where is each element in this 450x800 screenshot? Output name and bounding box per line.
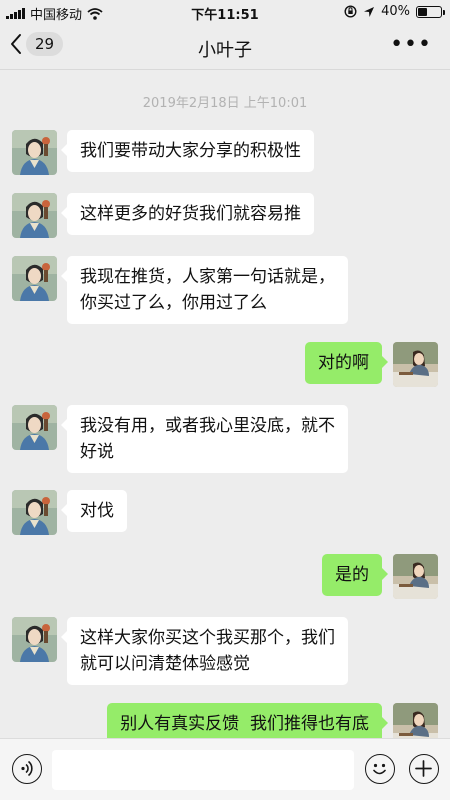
message-text: 对的啊 <box>318 353 369 373</box>
avatar[interactable] <box>12 405 57 450</box>
avatar[interactable] <box>12 130 57 175</box>
battery-icon <box>416 5 445 18</box>
plus-button[interactable] <box>409 754 439 784</box>
message-bubble[interactable]: 我没有用，或者我心里没底，就不 好说 <box>61 405 348 473</box>
message-text: 别人有真实反馈 我们推得也有底 <box>120 714 369 734</box>
voice-button[interactable] <box>12 754 42 784</box>
avatar[interactable] <box>393 703 438 738</box>
message-text-line: 你买过了么，你用过了么 <box>80 293 267 313</box>
orientation-lock-icon <box>344 5 357 18</box>
message-text-line: 这样大家你买这个我买那个，我们 <box>80 628 335 648</box>
battery-percent: 40% <box>381 4 410 19</box>
message-text-line: 就可以问清楚体验感觉 <box>80 654 250 674</box>
avatar[interactable] <box>12 617 57 662</box>
message-text-line: 好说 <box>80 442 114 462</box>
message-text-line: 我现在推货，人家第一句话就是， <box>80 267 335 287</box>
message-bubble[interactable]: 我现在推货，人家第一句话就是， 你买过了么，你用过了么 <box>61 256 348 324</box>
avatar[interactable] <box>12 490 57 535</box>
message-bubble[interactable]: 我们要带动大家分享的积极性 <box>61 130 314 172</box>
emoji-button[interactable] <box>365 754 395 784</box>
message-bubble[interactable]: 对的啊 <box>305 342 388 384</box>
input-bar <box>0 738 450 800</box>
emoji-icon <box>373 763 386 775</box>
chat-title: 小叶子 <box>198 40 252 61</box>
message-text: 是的 <box>335 565 369 585</box>
message-timestamp: 2019年2月18日 上午10:01 <box>142 96 308 111</box>
message-text: 对伐 <box>80 501 114 521</box>
chat-area[interactable]: 2019年2月18日 上午10:01 我们要带动大家分享的积极性 这样更多的好货… <box>0 70 450 738</box>
plus-icon <box>415 760 432 777</box>
status-bar: 中国移动 下午11:51 40% <box>0 0 450 24</box>
message-bubble[interactable]: 这样更多的好货我们就容易推 <box>61 193 314 235</box>
message-input[interactable] <box>52 750 354 790</box>
avatar[interactable] <box>12 256 57 301</box>
avatar[interactable] <box>393 554 438 599</box>
message-bubble[interactable]: 这样大家你买这个我买那个，我们 就可以问清楚体验感觉 <box>61 617 348 685</box>
ellipsis-icon: ••• <box>390 32 432 57</box>
location-icon <box>364 6 375 17</box>
message-bubble[interactable]: 对伐 <box>61 490 127 532</box>
message-bubble[interactable]: 别人有真实反馈 我们推得也有底 <box>107 703 388 738</box>
message-text: 这样更多的好货我们就容易推 <box>80 204 301 224</box>
nav-bar: 29 小叶子 ••• <box>0 24 450 70</box>
status-right: 40% <box>344 4 445 19</box>
avatar[interactable] <box>12 193 57 238</box>
message-text-line: 我没有用，或者我心里没底，就不 <box>80 416 335 436</box>
message-bubble[interactable]: 是的 <box>322 554 388 596</box>
avatar[interactable] <box>393 342 438 387</box>
message-text: 我们要带动大家分享的积极性 <box>80 141 301 161</box>
voice-icon <box>21 760 33 777</box>
more-button[interactable]: ••• <box>390 34 432 56</box>
